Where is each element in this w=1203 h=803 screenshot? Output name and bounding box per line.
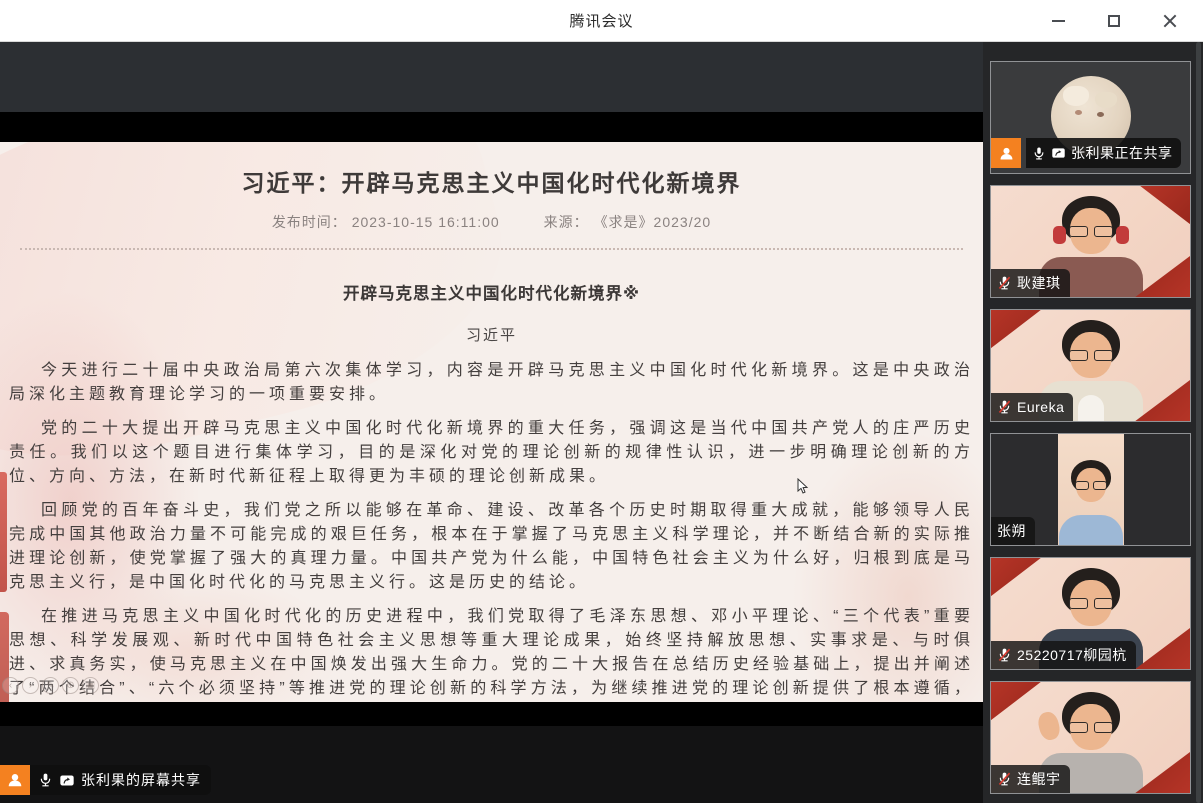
mic-muted-icon — [997, 275, 1012, 291]
waving-hand — [1035, 710, 1061, 742]
participant-name: 张朔 — [997, 521, 1026, 541]
paragraph: 在推进马克思主义中国化时代化的历史进程中，我们党取得了毛泽东思想、邓小平理论、“… — [9, 605, 974, 702]
participant-name: 25220717柳园杭 — [1017, 645, 1127, 665]
paragraph: 今天进行二十届中央政治局第六次集体学习，内容是开辟马克思主义中国化时代化新境界。… — [9, 359, 974, 407]
participant-name: 张利果正在共享 — [1071, 143, 1173, 163]
screen-share-badge[interactable]: 张利果的屏幕共享 — [0, 765, 211, 795]
share-black-bar-top — [0, 112, 983, 142]
article-author: 习近平 — [0, 324, 983, 345]
participant-label: 25220717柳园杭 — [991, 641, 1136, 669]
participant-tile[interactable]: 耿建琪 — [990, 185, 1191, 298]
publish-time: 发布时间： 2023-10-15 16:11:00 — [272, 212, 500, 232]
forward-icon: › — [22, 677, 39, 694]
person-icon — [998, 145, 1015, 162]
share-black-bar-bottom — [0, 702, 983, 726]
minimize-button[interactable] — [1043, 6, 1073, 36]
share-badge-text: 张利果的屏幕共享 — [81, 770, 201, 790]
tencent-meeting-window: 腾讯会议 习近平：开辟马克思主义中国化时代化新境界 发布时间： 2023-10-… — [0, 0, 1203, 803]
mouse-cursor — [797, 478, 809, 494]
share-top-letterbox — [0, 42, 983, 112]
participant-label: 连鲲宇 — [991, 765, 1070, 793]
shared-screen-view: 习近平：开辟马克思主义中国化时代化新境界 发布时间： 2023-10-15 16… — [0, 42, 983, 803]
person-icon — [6, 771, 24, 789]
presenter-badge — [0, 765, 30, 795]
mic-muted-icon — [997, 771, 1012, 787]
presenter-badge — [991, 138, 1021, 168]
screen-share-icon — [1051, 146, 1066, 160]
shared-document: 习近平：开辟马克思主义中国化时代化新境界 发布时间： 2023-10-15 16… — [0, 142, 983, 702]
participant-label: Eureka — [991, 393, 1073, 421]
participant-label: 张朔 — [991, 517, 1035, 545]
sidebar-scrollbar[interactable] — [1196, 42, 1201, 803]
article-body: 今天进行二十届中央政治局第六次集体学习，内容是开辟马克思主义中国化时代化新境界。… — [0, 359, 983, 702]
back-icon: ‹ — [2, 677, 19, 694]
panel-icon: ▣ — [82, 677, 99, 694]
minimize-icon — [1052, 20, 1065, 22]
dotted-divider — [20, 248, 964, 250]
paragraph: 回顾党的百年奋斗史，我们党之所以能够在革命、建设、改革各个历史时期取得重大成就，… — [9, 499, 974, 595]
participant-name: Eureka — [1017, 399, 1064, 415]
plus-icon: ⊕ — [62, 677, 79, 694]
screen-share-icon — [59, 773, 75, 788]
participant-label: 张利果正在共享 — [991, 138, 1181, 168]
maximize-button[interactable] — [1099, 6, 1129, 36]
portrait-video-strip — [1058, 434, 1124, 545]
doc-ghost-toolbar: ‹ › ✎ ⊕ ▣ — [2, 677, 99, 694]
mic-muted-icon — [997, 647, 1012, 663]
mic-on-icon — [1032, 146, 1046, 161]
pen-icon: ✎ — [42, 677, 59, 694]
participants-sidebar: 张利果正在共享 — [983, 42, 1203, 803]
article-heading: 开辟马克思主义中国化时代化新境界※ — [0, 280, 983, 304]
participant-figure — [1058, 434, 1124, 545]
article-meta: 发布时间： 2023-10-15 16:11:00 来源： 《求是》2023/2… — [0, 212, 983, 232]
participant-label: 耿建琪 — [991, 269, 1070, 297]
participant-tile[interactable]: 25220717柳园杭 — [990, 557, 1191, 670]
participant-name: 连鲲宇 — [1017, 769, 1061, 789]
article-source: 来源： 《求是》2023/20 — [544, 212, 712, 232]
mic-on-icon — [38, 772, 53, 788]
app-title: 腾讯会议 — [569, 10, 633, 31]
participant-tile[interactable]: 连鲲宇 — [990, 681, 1191, 794]
participant-tile[interactable]: 张利果正在共享 — [990, 61, 1191, 174]
participant-tile[interactable]: Eureka — [990, 309, 1191, 422]
titlebar: 腾讯会议 — [0, 0, 1203, 42]
participant-tile[interactable]: 张朔 — [990, 433, 1191, 546]
maximize-icon — [1108, 15, 1120, 27]
close-icon — [1163, 14, 1177, 28]
paragraph: 党的二十大提出开辟马克思主义中国化时代化新境界的重大任务，强调这是当代中国共产党… — [9, 417, 974, 489]
article-title: 习近平：开辟马克思主义中国化时代化新境界 — [0, 164, 983, 198]
close-button[interactable] — [1155, 6, 1185, 36]
window-controls — [1043, 0, 1193, 42]
participant-name: 耿建琪 — [1017, 273, 1061, 293]
mic-muted-icon — [997, 399, 1012, 415]
